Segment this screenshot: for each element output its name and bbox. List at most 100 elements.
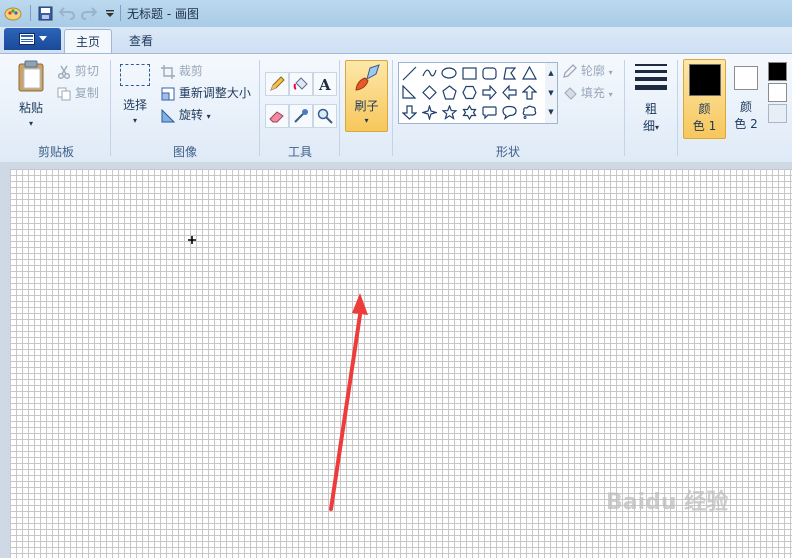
cut-button[interactable]: 剪切 <box>57 62 99 79</box>
color2-label-line1: 颜 <box>739 100 752 114</box>
tab-view[interactable]: 查看 <box>118 29 164 53</box>
rotate-button[interactable]: 旋转 ▾ <box>161 106 211 123</box>
rounded-callout-shape-icon[interactable] <box>480 103 499 122</box>
pencil-icon <box>270 76 285 91</box>
ribbon: 粘贴 ▾ 剪切 复制 剪贴板 选择 ▾ 裁剪 重新调整大小 旋转 ▾ 图像 A <box>0 53 792 163</box>
right-triangle-shape-icon[interactable] <box>400 83 419 102</box>
group-label-image: 图像 <box>172 145 197 159</box>
brushes-button[interactable]: 刷子 ▾ <box>345 60 388 132</box>
chevron-down-icon <box>38 36 47 41</box>
palette-swatch-black[interactable] <box>768 62 787 81</box>
resize-button[interactable]: 重新调整大小 <box>161 84 251 101</box>
copy-button[interactable]: 复制 <box>57 84 99 101</box>
rectangle-shape-icon[interactable] <box>460 64 479 83</box>
text-tool[interactable]: A <box>313 72 337 96</box>
hexagon-shape-icon[interactable] <box>460 83 479 102</box>
brush-icon <box>354 64 380 91</box>
fill-tool[interactable] <box>289 72 313 96</box>
crop-button[interactable]: 裁剪 <box>161 62 203 79</box>
chevron-down-icon: ▾ <box>28 119 33 128</box>
group-label-clipboard: 剪贴板 <box>37 145 74 159</box>
outline-button[interactable]: 轮廓 ▾ <box>562 62 613 79</box>
cloud-callout-shape-icon[interactable] <box>520 103 539 122</box>
color-picker-tool[interactable] <box>289 104 313 128</box>
paint-menu-button[interactable] <box>4 28 61 50</box>
diamond-shape-icon[interactable] <box>420 83 439 102</box>
red-arrow-annotation <box>329 293 368 511</box>
outline-label: 轮廓 <box>580 64 605 78</box>
chevron-down-icon: ▾ <box>206 112 211 121</box>
line-width-icon <box>635 64 667 90</box>
color2-swatch <box>734 66 758 90</box>
pencil-tool[interactable] <box>265 72 289 96</box>
six-point-star-shape-icon[interactable] <box>460 103 479 122</box>
selection-rectangle-icon <box>120 64 150 86</box>
undo-icon[interactable] <box>58 4 76 22</box>
chevron-down-icon: ▾ <box>132 116 137 125</box>
left-arrow-shape-icon[interactable] <box>500 83 519 102</box>
outline-pen-icon <box>563 64 577 78</box>
color2-button[interactable]: 颜 色 2 <box>730 62 762 132</box>
right-arrow-shape-icon[interactable] <box>480 83 499 102</box>
resize-label: 重新调整大小 <box>178 86 251 100</box>
five-point-star-shape-icon[interactable] <box>440 103 459 122</box>
oval-callout-shape-icon[interactable] <box>500 103 519 122</box>
rounded-rectangle-shape-icon[interactable] <box>480 64 499 83</box>
rotate-icon <box>161 108 175 122</box>
eraser-icon <box>269 111 284 123</box>
fill-bucket-icon <box>564 87 577 100</box>
palette-swatch-white[interactable] <box>768 83 787 102</box>
up-arrow-shape-icon[interactable] <box>520 83 539 102</box>
redo-icon[interactable] <box>80 4 98 22</box>
oval-shape-icon[interactable] <box>440 64 459 83</box>
shapes-gallery-scroll[interactable]: ▲ ▼ ▼ <box>545 62 558 124</box>
gallery-more-icon[interactable]: ▼ <box>545 103 557 121</box>
line-shape-icon[interactable] <box>400 64 419 83</box>
group-separator <box>677 60 678 156</box>
pentagon-shape-icon[interactable] <box>440 83 459 102</box>
shapes-gallery <box>398 62 547 124</box>
magnifier-tool[interactable] <box>313 104 337 128</box>
down-arrow-shape-icon[interactable] <box>400 103 419 122</box>
size-label-line2: 细 <box>642 119 655 133</box>
crop-label: 裁剪 <box>178 64 203 78</box>
select-label: 选择 <box>122 98 147 112</box>
size-button[interactable]: 粗 细▾ <box>632 62 670 134</box>
chevron-down-icon: ▾ <box>608 90 613 99</box>
save-icon[interactable] <box>36 4 54 22</box>
color2-label-line2: 色 2 <box>734 117 758 131</box>
crosshair-cursor-icon <box>188 236 196 244</box>
scissors-icon <box>58 65 70 79</box>
paint-app-icon[interactable] <box>4 4 22 22</box>
brushes-label: 刷子 <box>354 99 379 113</box>
group-label-tools: 工具 <box>287 145 312 159</box>
triangle-shape-icon[interactable] <box>520 64 539 83</box>
paint-bucket-icon <box>293 77 308 90</box>
tab-home[interactable]: 主页 <box>64 29 112 54</box>
curve-shape-icon[interactable] <box>420 64 439 83</box>
paste-label: 粘贴 <box>18 101 43 115</box>
paste-button[interactable]: 粘贴 ▾ <box>10 60 52 129</box>
eyedropper-icon <box>294 109 308 123</box>
chevron-up-icon[interactable]: ▲ <box>545 63 557 83</box>
group-label-shapes: 形状 <box>495 145 520 159</box>
polygon-shape-icon[interactable] <box>500 64 519 83</box>
svg-text:A: A <box>318 76 331 92</box>
copy-label: 复制 <box>74 86 99 100</box>
fill-button[interactable]: 填充 ▾ <box>562 84 613 101</box>
quick-access-dropdown-icon[interactable] <box>101 4 119 22</box>
size-label-row: 细▾ <box>632 117 670 134</box>
chevron-down-icon: ▾ <box>364 116 369 125</box>
four-point-star-shape-icon[interactable] <box>420 103 439 122</box>
chevron-down-icon[interactable]: ▼ <box>545 83 557 103</box>
crop-icon <box>161 64 175 79</box>
palette-swatch-empty[interactable] <box>768 104 787 123</box>
eraser-tool[interactable] <box>265 104 289 128</box>
select-button[interactable]: 选择 ▾ <box>116 64 154 126</box>
group-separator <box>392 60 393 156</box>
group-separator <box>339 60 340 156</box>
rotate-label: 旋转 <box>178 108 203 122</box>
color1-button[interactable]: 颜 色 1 <box>683 59 726 139</box>
color1-label-line2: 色 1 <box>692 119 717 133</box>
resize-icon <box>161 87 175 100</box>
